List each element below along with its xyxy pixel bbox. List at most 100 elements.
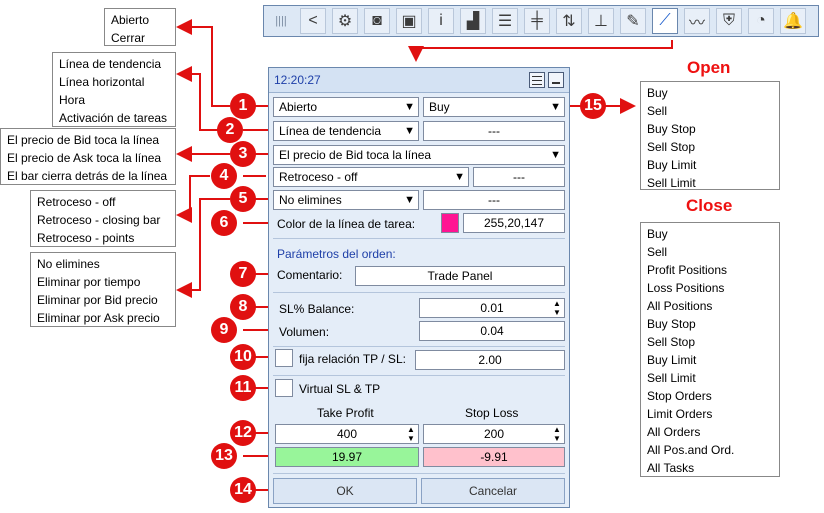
callout-option: Cerrar xyxy=(111,31,146,45)
comment-label: Comentario: xyxy=(277,268,343,282)
divider xyxy=(273,292,565,293)
callout-option: El precio de Bid toca la línea xyxy=(7,133,160,147)
callout-option: All Positions xyxy=(647,299,713,313)
spin-arrows-icon[interactable]: ▲ ▼ xyxy=(550,425,564,443)
chevron-down-icon: ▼ xyxy=(550,101,561,113)
callout-badge-9: 9 xyxy=(211,317,237,343)
trigger-options-callout: El precio de Bid toca la línea El precio… xyxy=(0,128,176,185)
comment-field[interactable]: Trade Panel xyxy=(355,266,565,286)
stop-loss-stepper[interactable]: 200 ▲ ▼ xyxy=(423,424,565,444)
pullback-select[interactable]: Retroceso - off ▼ xyxy=(273,167,469,187)
trigger-select[interactable]: El precio de Bid toca la línea ▼ xyxy=(273,145,565,165)
callout-option: Buy xyxy=(647,227,668,241)
callout-badge-4: 4 xyxy=(211,163,237,189)
callout-option: Hora xyxy=(59,93,86,107)
callout-badge-5: 5 xyxy=(230,186,256,212)
ok-button[interactable]: OK xyxy=(273,478,417,504)
line-name-field[interactable]: --- xyxy=(423,121,565,141)
color-swatch[interactable] xyxy=(441,213,459,233)
callout-option: Línea horizontal xyxy=(59,75,145,89)
signal-bars-icon[interactable]: ▟ xyxy=(460,8,486,34)
callout-option: Sell Limit xyxy=(647,371,696,385)
price-level-icon[interactable]: ⊥ xyxy=(588,8,614,34)
callout-badge-1: 1 xyxy=(230,93,256,119)
callout-badge-13: 13 xyxy=(211,443,237,469)
gear-icon[interactable]: ⚙ xyxy=(332,8,358,34)
delete-value-field[interactable]: --- xyxy=(423,190,565,210)
pullback-value-field[interactable]: --- xyxy=(473,167,565,187)
callout-option: Eliminar por Bid precio xyxy=(37,293,158,307)
mode-select[interactable]: Abierto ▼ xyxy=(273,97,419,117)
callout-option: El bar cierra detrás de la línea xyxy=(7,169,168,183)
callout-option: Buy Stop xyxy=(647,317,696,331)
virtual-sl-tp-checkbox[interactable] xyxy=(275,379,293,397)
callout-badge-11: 11 xyxy=(230,375,256,401)
callout-badge-6: 6 xyxy=(211,210,237,236)
callout-badge-8: 8 xyxy=(230,294,256,320)
sl-balance-value: 0.01 xyxy=(480,301,504,315)
take-profit-label: Take Profit xyxy=(317,406,374,420)
tp-sl-ratio-field[interactable]: 2.00 xyxy=(415,350,565,370)
callout-option: Sell Stop xyxy=(647,335,696,349)
chevron-down-icon: ▼ xyxy=(404,125,415,137)
callout-badge-7: 7 xyxy=(230,261,256,287)
panel-header: 12:20:27 xyxy=(269,68,569,93)
candlestick-icon[interactable]: ╪ xyxy=(524,8,550,34)
up-down-arrows-icon[interactable]: ⇅ xyxy=(556,8,582,34)
pullback-value: Retroceso - off xyxy=(279,170,358,184)
callout-option: Stop Orders xyxy=(647,389,712,403)
take-profit-stepper[interactable]: 400 ▲ ▼ xyxy=(275,424,419,444)
sl-balance-label: SL% Balance: xyxy=(279,302,355,316)
delete-mode-value: No elimines xyxy=(279,193,342,207)
callout-option: Sell Limit xyxy=(647,176,696,190)
volume-field[interactable]: 0.04 xyxy=(419,321,565,341)
cancel-button[interactable]: Cancelar xyxy=(421,478,565,504)
tp-sl-ratio-checkbox[interactable] xyxy=(275,349,293,367)
callout-option: Retroceso - points xyxy=(37,231,135,245)
spin-arrows-icon[interactable]: ▲ ▼ xyxy=(404,425,418,443)
back-arrow-icon[interactable]: < xyxy=(300,8,326,34)
callout-option: Limit Orders xyxy=(647,407,713,421)
shield-icon[interactable]: ⛨ xyxy=(716,8,742,34)
grip-icon: |||| xyxy=(275,15,287,27)
callout-option: No elimines xyxy=(37,257,100,271)
main-toolbar: |||| < ⚙ ◙ ▣ i ▟ ☰ ╪ ⇅ ⊥ ✎ ⟋ 〰 ⛨ ◔ 🔔 xyxy=(263,5,819,37)
clock-label: 12:20:27 xyxy=(274,73,321,87)
action-select[interactable]: Buy ▼ xyxy=(423,97,565,117)
camera-icon[interactable]: ◙ xyxy=(364,8,390,34)
stop-loss-label: Stop Loss xyxy=(465,406,519,420)
callout-option: Abierto xyxy=(111,13,150,27)
callout-option: Profit Positions xyxy=(647,263,728,277)
callout-option: Eliminar por tiempo xyxy=(37,275,141,289)
spin-arrows-icon[interactable]: ▲ ▼ xyxy=(550,299,564,317)
open-heading: Open xyxy=(687,58,731,77)
divider xyxy=(273,238,565,239)
color-value-field[interactable]: 255,20,147 xyxy=(463,213,565,233)
sl-balance-stepper[interactable]: 0.01 ▲ ▼ xyxy=(419,298,565,318)
volume-label: Volumen: xyxy=(279,325,330,339)
line-type-value: Línea de tendencia xyxy=(279,124,382,138)
minimize-icon[interactable] xyxy=(548,72,564,88)
trendline-tasks-icon[interactable]: ⟋ xyxy=(652,8,678,34)
line-type-select[interactable]: Línea de tendencia ▼ xyxy=(273,121,419,141)
callout-option: Loss Positions xyxy=(647,281,725,295)
trend-chart-icon[interactable]: 〰 xyxy=(684,8,710,34)
callout-badge-10: 10 xyxy=(230,344,256,370)
callout-option: All Pos.and Ord. xyxy=(647,443,735,457)
callout-option: Buy Stop xyxy=(647,122,696,136)
edit-chart-icon[interactable]: ✎ xyxy=(620,8,646,34)
callout-badge-12: 12 xyxy=(230,420,256,446)
delete-mode-select[interactable]: No elimines ▼ xyxy=(273,190,419,210)
menu-icon[interactable] xyxy=(529,72,545,88)
pie-chart-icon[interactable]: ◔ xyxy=(748,8,774,34)
briefcase-icon[interactable]: ▣ xyxy=(396,8,422,34)
bell-icon[interactable]: 🔔 xyxy=(780,8,806,34)
callout-badge-14: 14 xyxy=(230,477,256,503)
callout-option: All Orders xyxy=(647,425,701,439)
info-icon[interactable]: i xyxy=(428,8,454,34)
trigger-value: El precio de Bid toca la línea xyxy=(279,148,432,162)
callout-option: Línea de tendencia xyxy=(59,57,162,71)
delete-options-callout: No elimines Eliminar por tiempo Eliminar… xyxy=(30,252,176,327)
callout-option: Sell xyxy=(647,245,668,259)
list-icon[interactable]: ☰ xyxy=(492,8,518,34)
